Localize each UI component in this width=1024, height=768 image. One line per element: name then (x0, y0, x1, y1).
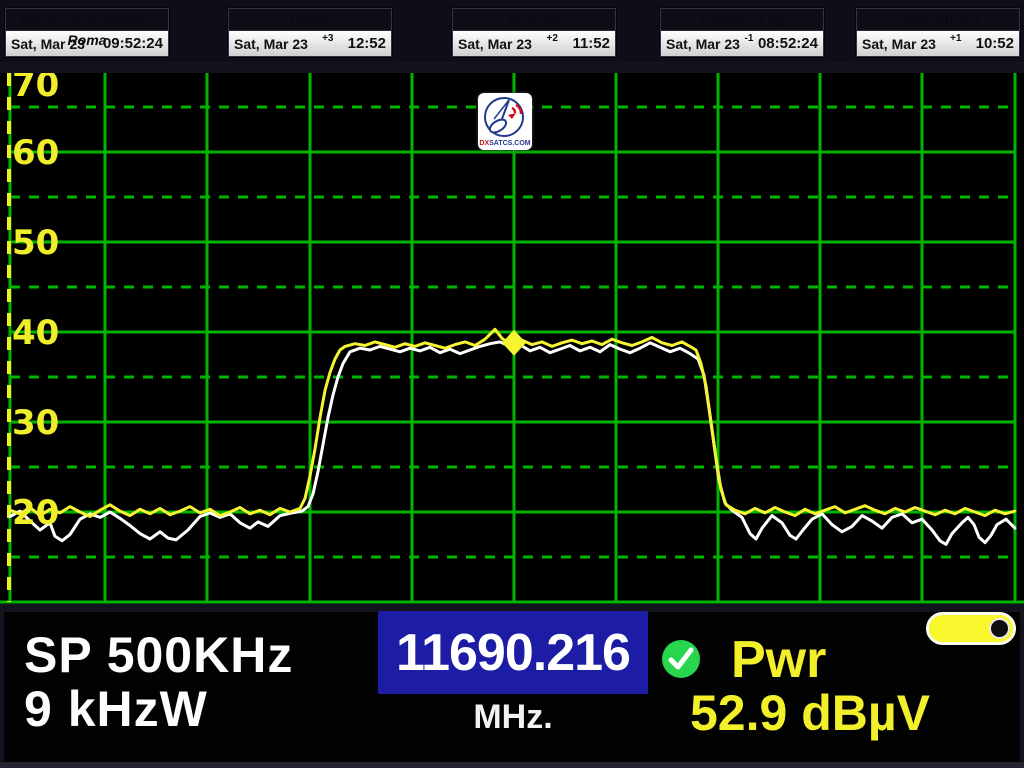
y-axis-label: 50 (12, 223, 59, 263)
clock-city-label: Dubai (229, 9, 391, 31)
satmeter-screen: Berlin-Paris-Vienna-Roma Sat, Mar 23 09:… (0, 0, 1024, 768)
clock-date: Sat, Mar 23 (458, 36, 532, 52)
clock-city-label: Berlin-Paris-Vienna-Roma (6, 9, 168, 31)
clock-time: 09:52:24 (103, 35, 163, 52)
clock-date: Sat, Mar 23 (666, 36, 740, 52)
clock-city-label: Cairo-Athens (857, 9, 1019, 31)
clock-city-label: London, Eng (661, 9, 823, 31)
clock-time: 10:52 (976, 35, 1014, 52)
clock-cairo: Cairo-Athens Sat, Mar 23 +1 10:52 (856, 8, 1020, 57)
svg-text:DXSATCS.COM: DXSATCS.COM (479, 140, 530, 147)
frequency-unit: MHz. (378, 698, 648, 737)
power-value: 52.9 dBµV (690, 684, 930, 742)
power-label: Pwr (731, 630, 826, 690)
clock-utc-offset: +3 (322, 33, 333, 44)
spectrum-plot: 70 60 50 40 30 20 (0, 73, 1024, 604)
dxsatcs-logo: DXSATCS.COM (478, 93, 532, 150)
clock-time: 08:52:24 (758, 35, 818, 52)
clock-date: Sat, Mar 23 (862, 36, 936, 52)
lock-ok-icon (659, 637, 703, 681)
y-axis-label: 60 (12, 133, 59, 173)
clock-london: London, Eng Sat, Mar 23 -1 08:52:24 (660, 8, 824, 57)
frequency-field[interactable]: 11690.216 (378, 611, 648, 694)
frequency-value: 11690.216 (396, 623, 630, 683)
clock-utc-offset: +1 (950, 33, 961, 44)
bandwidth-setting[interactable]: 9 kHzW (24, 680, 208, 738)
y-axis-label: 40 (12, 313, 59, 353)
spectrum-display: 70 60 50 40 30 20 (0, 73, 1024, 604)
world-clock-bar: Berlin-Paris-Vienna-Roma Sat, Mar 23 09:… (0, 0, 1024, 62)
clock-city-label: Moscow (453, 9, 615, 31)
clock-date: Sat, Mar 23 (234, 36, 308, 52)
satellite-dish-icon: DXSATCS.COM (478, 93, 532, 150)
y-axis-label: 30 (12, 403, 59, 443)
clock-berlin: Berlin-Paris-Vienna-Roma Sat, Mar 23 09:… (5, 8, 169, 57)
clock-moscow: Moscow Sat, Mar 23 +2 11:52 (452, 8, 616, 57)
clock-dubai: Dubai Sat, Mar 23 +3 12:52 (228, 8, 392, 57)
center-marker-icon (502, 330, 526, 356)
y-axis-label: 20 (12, 493, 59, 533)
clock-time: 11:52 (572, 35, 610, 52)
clock-utc-offset: -1 (744, 33, 753, 44)
bottom-frame (0, 762, 1024, 768)
battery-toggle[interactable] (926, 612, 1016, 645)
clock-utc-offset: +2 (546, 33, 557, 44)
clock-date: Sat, Mar 23 (11, 36, 85, 52)
clock-time: 12:52 (348, 35, 386, 52)
span-setting[interactable]: SP 500KHz (24, 626, 293, 684)
y-axis-label: 70 (12, 73, 59, 105)
toggle-knob-icon (989, 618, 1010, 639)
